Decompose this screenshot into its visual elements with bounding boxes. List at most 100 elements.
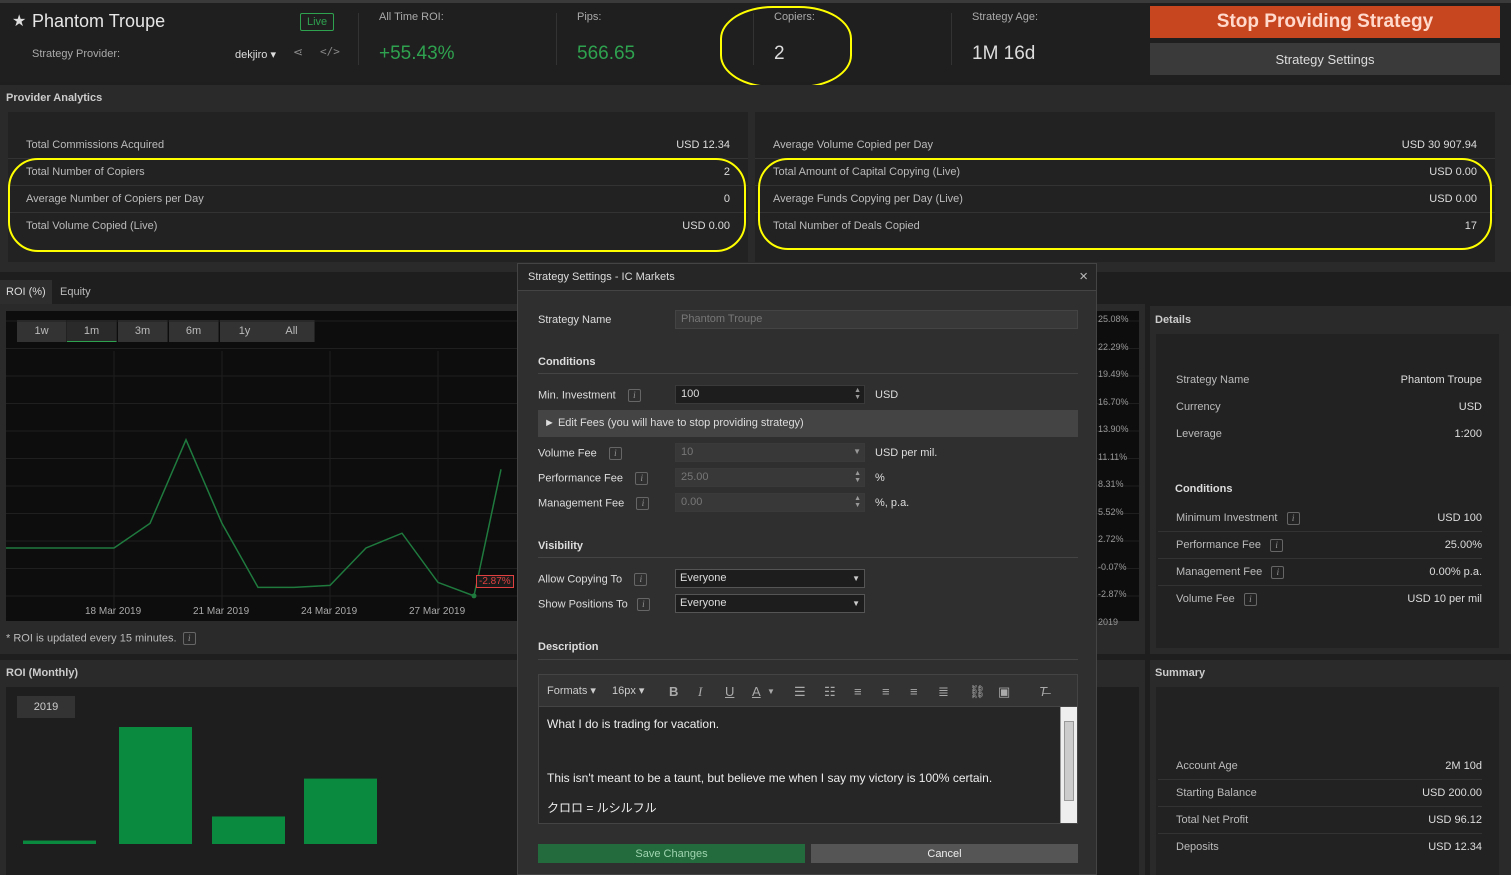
roi-data-point [221,522,223,524]
detail-value: 25.00% [1444,539,1482,551]
italic-icon[interactable]: I [698,684,702,700]
image-icon[interactable]: ▣ [998,684,1010,700]
summary-row: Account Age 2M 10d [1158,753,1482,780]
detail-key: Minimum Investment i [1176,505,1300,532]
info-icon[interactable]: i [1243,592,1257,606]
stat-key: Total Number of Deals Copied [773,220,920,232]
divider [538,373,1078,374]
allow-copying-select[interactable]: Everyone ▼ [675,569,865,588]
detail-key: Currency [1176,401,1221,413]
favorite-star-icon[interactable]: ★ [12,11,26,31]
close-icon[interactable]: × [1079,268,1088,285]
chevron-down-icon: ▼ [852,599,860,608]
analytics-left: Total Commissions Acquired USD 12.34 Tota… [8,112,748,262]
detail-value: USD 100 [1437,512,1482,524]
font-size-dropdown[interactable]: 16px ▾ [612,684,644,697]
year-selector[interactable]: 2019 [17,696,75,718]
info-icon[interactable]: i [634,573,648,586]
bold-icon[interactable]: B [669,684,678,699]
roi-data-point [401,532,403,534]
text-color-icon[interactable]: A [752,684,761,699]
formats-dropdown[interactable]: Formats ▾ [547,684,596,697]
management-fee-label: Management Fee i [538,497,650,510]
link-icon[interactable]: ⛓ [969,684,986,700]
save-changes-button[interactable]: Save Changes [538,844,805,863]
performance-fee-label: Performance Fee i [538,472,649,485]
monthly-bar [23,840,96,844]
info-icon[interactable]: i [1271,565,1285,579]
show-positions-value: Everyone [680,597,727,609]
stepper-icon[interactable]: ▲ ▼ [854,387,861,401]
editor-toolbar: Formats ▾ 16px ▾ B I U A ▼ ☰ ☷ ≡ ≡ ≡ ≣ ⛓… [539,675,1077,707]
strategy-name-input[interactable]: Phantom Troupe [675,310,1078,329]
bullet-list-icon[interactable]: ☰ [794,684,806,700]
info-icon[interactable]: i [627,389,641,402]
y-tick-label: 5.52% [1098,506,1124,517]
monthly-bar [212,816,285,844]
stat-key: Average Funds Copying per Day (Live) [773,193,963,205]
detail-key: Management Fee i [1176,559,1285,586]
divider [538,557,1078,558]
y-tick-label: 22.29% [1098,341,1129,352]
allow-copying-label-text: Allow Copying To [538,573,623,586]
stat-row: Total Number of Deals Copied 17 [755,213,1495,240]
scrollbar-thumb[interactable] [1064,721,1074,801]
cancel-button[interactable]: Cancel [811,844,1078,863]
align-right-icon[interactable]: ≡ [910,684,918,699]
modal-title: Strategy Settings - IC Markets [528,271,675,283]
description-line: What I do is trading for vacation. [547,717,720,731]
align-center-icon[interactable]: ≡ [882,684,890,699]
management-fee-value: 0.00 [681,496,703,508]
underline-icon[interactable]: U [725,684,734,699]
chevron-down-icon: ▼ [853,447,861,456]
details-panel: Details Strategy Name Phantom Troupe Curr… [1150,306,1511,654]
tab-equity[interactable]: Equity [54,280,97,304]
x-tick-label: 24 Mar 2019 [301,606,358,617]
live-badge: Live [300,13,335,31]
tab-roi[interactable]: ROI (%) [0,280,52,304]
strategy-settings-button[interactable]: Strategy Settings [1150,43,1500,75]
info-icon[interactable]: i [608,447,622,460]
stat-value: USD 30 907.94 [1401,139,1477,151]
detail-key-text: Performance Fee [1176,539,1261,551]
detail-key-text: Management Fee [1176,566,1263,578]
volume-fee-select: 10 ▼ [675,443,865,462]
chevron-down-icon[interactable]: ▼ [767,687,775,696]
management-fee-label-text: Management Fee [538,497,625,510]
info-icon[interactable]: i [635,472,649,485]
info-icon[interactable]: i [1286,511,1300,525]
y-tick-label: 2.72% [1098,534,1124,544]
summary-panel: Summary Account Age 2M 10d Starting Balan… [1150,660,1511,875]
stepper-icon: ▲ ▼ [854,495,861,509]
summary-key: Total Net Profit [1176,814,1249,826]
details-inner: Strategy Name Phantom Troupe Currency USD … [1156,334,1499,648]
numbered-list-icon[interactable]: ☷ [824,684,836,700]
editor-scrollbar[interactable] [1060,707,1077,823]
age-label: Strategy Age: [972,11,1039,23]
roi-data-point [113,547,115,549]
edit-fees-toggle[interactable]: ► Edit Fees (you will have to stop provi… [538,410,1078,437]
x-tick-label: 21 Mar 2019 [193,606,250,617]
show-positions-select[interactable]: Everyone ▼ [675,594,865,613]
copiers-value: 2 [774,43,785,64]
info-icon[interactable]: i [636,497,650,510]
align-left-icon[interactable]: ≡ [854,684,862,699]
y-tick-label: -0.07% [1098,561,1127,572]
roi-update-note: * ROI is updated every 15 minutes. i [6,632,196,645]
detail-row: Volume Fee i USD 10 per mil [1158,586,1482,613]
embed-code-icon[interactable]: </> [320,45,340,58]
conditions-heading: Conditions [1175,483,1233,495]
info-icon[interactable]: i [636,598,650,611]
provider-dropdown[interactable]: dekjiro ▾ [235,48,276,61]
description-text[interactable]: What I do is trading for vacation. This … [539,707,1061,823]
min-investment-input[interactable]: 100 ▲ ▼ [675,385,865,404]
info-icon[interactable]: i [182,632,196,645]
share-icon[interactable]: ⋖ [293,45,303,59]
clear-format-icon[interactable]: T̶ [1039,684,1047,699]
pips-value: 566.65 [577,43,636,64]
panel-title: Details [1155,314,1192,326]
stat-key: Total Number of Copiers [26,166,145,178]
info-icon[interactable]: i [1270,538,1284,552]
stop-providing-button[interactable]: Stop Providing Strategy [1150,6,1500,38]
justify-icon[interactable]: ≣ [938,684,949,700]
